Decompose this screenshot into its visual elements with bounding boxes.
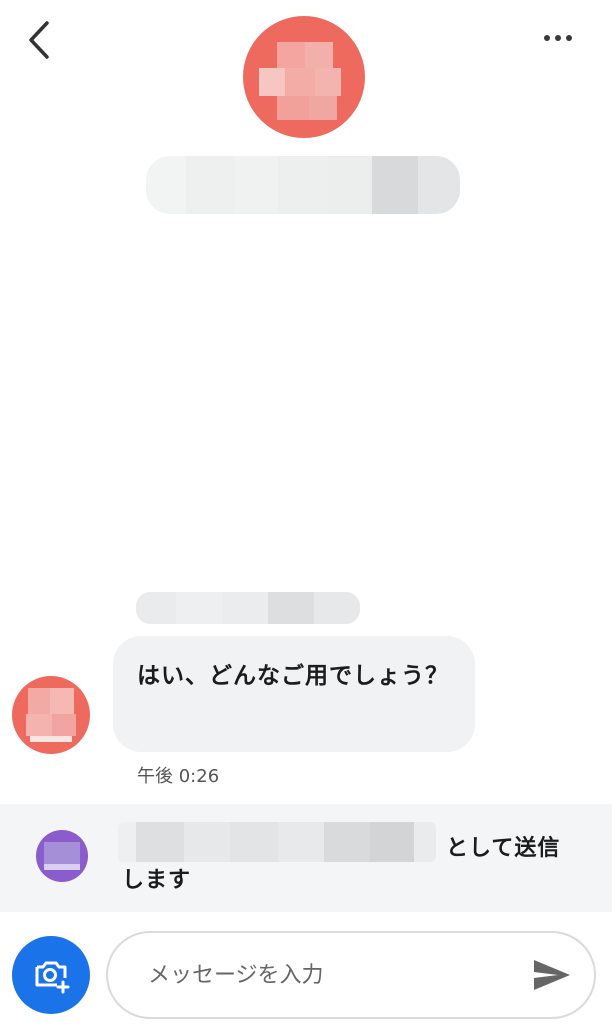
chevron-left-icon — [29, 21, 49, 59]
add-photo-button[interactable] — [12, 936, 90, 1014]
more-horizontal-icon — [544, 35, 550, 41]
message-text: はい、どんなご用でしょう？ — [137, 663, 449, 689]
message-avatar[interactable] — [12, 676, 90, 754]
message-composer[interactable] — [106, 931, 596, 1019]
send-icon — [534, 960, 570, 990]
contact-name-redacted — [146, 156, 460, 214]
contact-avatar[interactable] — [243, 16, 365, 138]
sender-account-avatar[interactable] — [36, 830, 88, 882]
message-input[interactable] — [148, 953, 508, 997]
sender-account-name-redacted — [118, 822, 436, 862]
more-options-button[interactable] — [534, 24, 582, 52]
send-button[interactable] — [530, 955, 574, 995]
send-as-label-line2: します — [122, 868, 192, 893]
message-bubble[interactable]: はい、どんなご用でしょう？ — [113, 636, 475, 752]
add-photo-icon — [35, 961, 70, 994]
send-as-label: として送信 — [446, 836, 561, 861]
message-timestamp: 午後 0:26 — [137, 766, 220, 787]
message-sender-redacted — [136, 592, 360, 624]
back-button[interactable] — [18, 18, 58, 62]
